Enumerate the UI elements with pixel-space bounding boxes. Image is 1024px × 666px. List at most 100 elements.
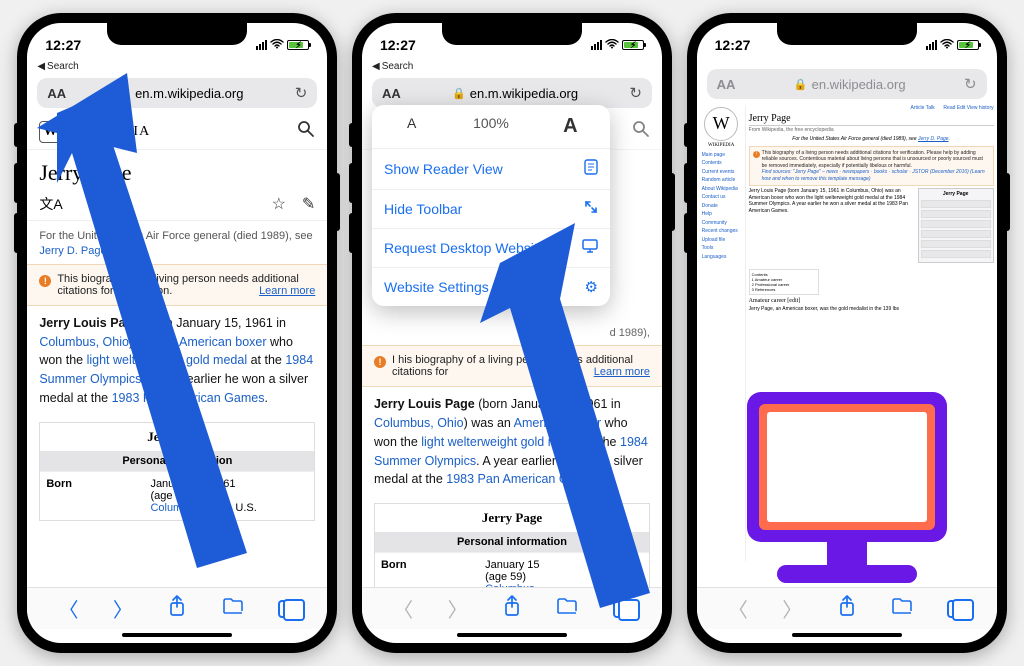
warning-icon: ! — [39, 275, 51, 287]
safari-toolbar: 〈 〉 — [697, 587, 997, 629]
text-zoom-level: 100% — [451, 105, 530, 148]
wifi-icon — [605, 38, 619, 52]
wp-sidebar-link[interactable]: Help — [700, 211, 743, 218]
hatnote: For the United States Air Force general … — [749, 136, 994, 143]
wp-sidebar-link[interactable]: Upload file — [700, 237, 743, 244]
article-lead: Jerry Louis Page (born January 15, 1961 … — [27, 306, 327, 416]
reload-icon[interactable]: ↻ — [295, 84, 308, 102]
bookmarks-icon[interactable] — [891, 597, 913, 621]
url-text[interactable]: en.wikipedia.org — [812, 77, 906, 92]
wp-sidebar-link[interactable]: Contact us — [700, 194, 743, 201]
device-notch — [777, 23, 917, 45]
home-indicator — [457, 633, 567, 637]
hatnote: d 1989), — [362, 326, 662, 345]
page-settings-button[interactable]: AA — [717, 77, 736, 92]
forward-icon: 〉 — [448, 594, 468, 623]
signal-icon — [256, 40, 267, 50]
link-panam[interactable]: 1983 Pan American Games — [112, 391, 265, 405]
section-header: Amateur career [edit] — [749, 298, 994, 306]
wp-sidebar-link[interactable]: Random article — [700, 177, 743, 184]
language-icon[interactable]: 文A — [39, 194, 62, 214]
wikipedia-globe-icon[interactable]: W — [704, 107, 738, 141]
home-indicator — [792, 633, 902, 637]
page-settings-popover: A 100% A Show Reader View Hide Toolbar R… — [372, 105, 610, 306]
wp-sidebar-link[interactable]: Community — [700, 220, 743, 227]
url-text[interactable]: en.m.wikipedia.org — [470, 86, 578, 101]
desktop-wikipedia-page: W WIKIPEDIA Main pageContentsCurrent eve… — [697, 103, 997, 563]
site-name: WIKIPEDIA — [67, 124, 150, 140]
link-city[interactable]: Columbus, Ohio — [39, 335, 129, 349]
device-notch — [107, 23, 247, 45]
share-icon[interactable] — [837, 595, 857, 623]
text-larger-button[interactable]: A — [531, 105, 610, 148]
menu-request-desktop-website[interactable]: Request Desktop Website — [372, 229, 610, 268]
back-icon[interactable]: 〈 — [59, 594, 79, 623]
lock-icon: 🔒 — [794, 78, 808, 91]
url-text[interactable]: en.m.wikipedia.org — [135, 86, 243, 101]
page-settings-button[interactable]: AA — [382, 86, 401, 101]
tabs-icon[interactable] — [278, 600, 296, 618]
share-icon[interactable] — [167, 595, 187, 623]
bookmarks-icon[interactable] — [556, 597, 578, 621]
reload-icon[interactable]: ↻ — [964, 75, 977, 93]
text-smaller-button[interactable]: A — [372, 105, 451, 148]
wp-sidebar-link[interactable]: Donate — [700, 203, 743, 210]
wikipedia-logo-icon[interactable]: W — [39, 121, 61, 143]
wp-sidebar: W WIKIPEDIA Main pageContentsCurrent eve… — [700, 105, 746, 561]
edit-icon[interactable]: ✎ — [302, 194, 315, 214]
back-icon[interactable]: 〈 — [728, 594, 748, 623]
article-lead: Jerry Louis Page (born January 15, 1961 … — [362, 387, 662, 497]
share-icon[interactable] — [502, 595, 522, 623]
back-to-search[interactable]: ◀ Search — [362, 61, 662, 74]
wp-sidebar-link[interactable]: Current events — [700, 169, 743, 176]
status-time: 12:27 — [380, 37, 416, 53]
warning-icon: ! — [374, 356, 386, 368]
device-notch — [442, 23, 582, 45]
link-birthplace[interactable]: Columbus, Ohio — [150, 502, 229, 514]
battery-icon: ⚡︎ — [622, 40, 644, 50]
lock-icon: 🔒 — [117, 87, 131, 100]
learn-more-link[interactable]: Learn more — [594, 366, 650, 378]
wp-sidebar-link[interactable]: Main page — [700, 152, 743, 159]
wp-sidebar-link[interactable]: About Wikipedia — [700, 186, 743, 193]
wp-sidebar-link[interactable]: Contents — [700, 160, 743, 167]
menu-hide-toolbar[interactable]: Hide Toolbar — [372, 190, 610, 229]
wp-sidebar-link[interactable]: Recent changes — [700, 228, 743, 235]
desktop-icon — [582, 239, 598, 257]
citation-notice: ! This biography of a living person need… — [749, 146, 994, 187]
home-indicator — [122, 633, 232, 637]
link-boxer[interactable]: American boxer — [179, 335, 267, 349]
address-bar: AA 🔒 en.m.wikipedia.org ↻ — [37, 78, 317, 108]
signal-icon — [591, 40, 602, 50]
link-medal[interactable]: light welterweight gold medal — [87, 353, 248, 367]
safari-toolbar: 〈 〉 — [27, 587, 327, 629]
page-settings-button[interactable]: AA — [47, 86, 66, 101]
search-icon[interactable] — [297, 120, 315, 143]
forward-icon[interactable]: 〉 — [113, 594, 133, 623]
wp-sidebar-link[interactable]: Languages — [700, 254, 743, 261]
bookmarks-icon[interactable] — [222, 597, 244, 621]
phone-step-2: 12:27 ⚡︎ ◀ Search AA 🔒en.m.wikipedia.org… — [352, 13, 672, 653]
infobox-title: Jerry Page — [40, 423, 314, 451]
tabs-icon[interactable] — [947, 600, 965, 618]
article-lead: Jerry Louis Page (born January 15, 1961 … — [749, 188, 915, 263]
learn-more-link[interactable]: Learn more — [259, 285, 315, 297]
hatnote-link[interactable]: Jerry D. Page — [39, 245, 106, 257]
menu-show-reader-view[interactable]: Show Reader View — [372, 149, 610, 190]
star-icon[interactable]: ☆ — [272, 194, 286, 214]
search-icon[interactable] — [632, 120, 650, 143]
hatnote-link[interactable]: Jerry D. Page — [918, 136, 949, 142]
menu-website-settings[interactable]: Website Settings ⚙︎ — [372, 268, 610, 306]
article-actions: 文A ☆ ✎ — [27, 190, 327, 221]
wp-sidebar-link[interactable]: Tools — [700, 245, 743, 252]
safari-toolbar: 〈 〉 — [362, 587, 662, 629]
site-header: W WIKIPEDIA — [27, 112, 327, 150]
gear-icon: ⚙︎ — [585, 278, 598, 296]
status-time: 12:27 — [715, 37, 751, 53]
reload-icon[interactable]: ↻ — [629, 84, 642, 102]
tabs-icon[interactable] — [613, 600, 631, 618]
back-icon: 〈 — [393, 594, 413, 623]
expand-icon — [584, 200, 598, 218]
reader-icon — [584, 159, 598, 179]
back-to-search[interactable]: ◀ Search — [27, 61, 327, 74]
